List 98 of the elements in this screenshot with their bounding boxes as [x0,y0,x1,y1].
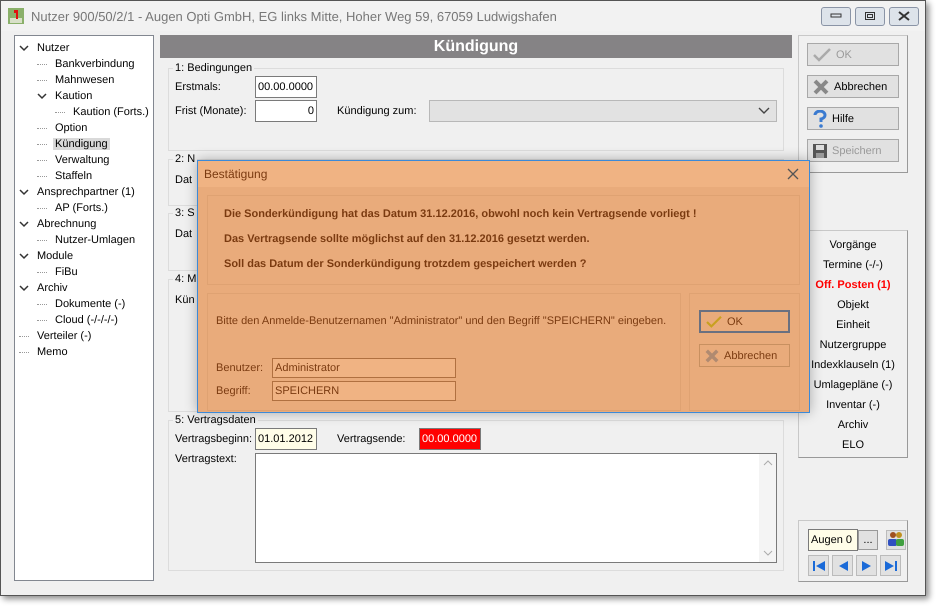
section-legend: 1: Bedingungen [173,62,254,75]
tree-item[interactable]: Kündigung [53,138,110,150]
action-button[interactable]: Abbrechen [807,75,899,98]
dialog-message: Soll das Datum der Sonderkündigung trotzdem gespeichert werden ? [224,258,588,271]
section-legend: 5: Vertragsdaten [173,414,258,427]
first-icon [812,560,826,572]
term-field[interactable]: SPEICHERN [272,381,456,401]
last-icon [884,560,898,572]
next-record-button[interactable] [856,555,877,576]
field-label: Vertragstext: [175,453,238,465]
tree-item[interactable]: Verwaltung [53,154,112,166]
tree-item[interactable]: Nutzer-Umlagen [53,234,138,246]
nav-link[interactable]: Indexklauseln (1) [811,355,895,375]
tree-item[interactable]: Bankverbindung [53,58,137,70]
field-label: Kündigung zum: [337,105,416,117]
dialog-message: Die Sonderkündigung hat das Datum 31.12.2016, obwohl noch kein Vertragsende vorliegt ! [224,208,698,221]
last-record-button[interactable] [880,555,901,576]
user-field[interactable]: Administrator [272,358,456,378]
date-field[interactable]: 00.00.0000 [255,76,317,98]
tree-item[interactable]: Archiv [35,282,70,294]
previous-record-button[interactable] [832,555,853,576]
dialog-button[interactable]: Abbrechen [699,344,790,367]
tree-item[interactable]: Dokumente (-) [53,298,128,310]
tree-item[interactable]: Module [35,250,76,262]
tree-item[interactable]: Verteiler (-) [35,330,94,342]
action-button[interactable]: Hilfe [807,107,899,130]
page-header: Kündigung [160,35,792,58]
browse-button[interactable]: ... [858,530,878,550]
cross-icon [704,348,720,362]
tree-item[interactable]: Mahnwesen [53,74,116,86]
tree-item[interactable]: Kaution (Forts.) [71,106,151,118]
left-arrow-icon [836,560,848,572]
field-label: Dat [175,174,192,186]
tree-item[interactable]: Ansprechpartner (1) [35,186,137,198]
tree-item[interactable]: Memo [35,346,70,358]
minimize-icon [830,13,842,19]
nav-link[interactable]: Einheit [836,315,870,335]
nav-link[interactable]: Umlagepläne (-) [814,375,892,395]
text-area[interactable] [255,453,777,563]
help-icon [812,110,828,128]
floppy-icon [812,142,828,158]
close-icon [897,11,911,21]
dialog-message: Das Vertragsende sollte möglichst auf den 31.12.2016 gesetzt werden. [224,233,591,246]
people-button[interactable] [886,530,906,550]
maximize-button[interactable] [855,6,885,26]
close-button[interactable] [889,6,919,26]
tree-item[interactable]: Option [53,122,90,134]
nav-link[interactable]: Termine (-/-) [823,255,883,275]
nav-link[interactable]: ELO [842,435,864,455]
chevron-icon[interactable] [19,252,29,260]
cross-icon [812,78,830,94]
tree-item[interactable]: FiBu [53,266,80,278]
window-title: Nutzer 900/50/2/1 - Augen Opti GmbH, EG links Mitte, Hoher Weg 59, 67059 Ludwigshafen [31,8,558,24]
chevron-icon[interactable] [19,284,29,292]
tree-item[interactable]: Kaution [53,90,94,102]
tree-item[interactable]: AP (Forts.) [53,202,110,214]
field-label: Kün [175,294,195,306]
months-field[interactable]: 0 [255,100,317,122]
nav-link[interactable]: Vorgänge [829,235,877,255]
app-icon [7,7,25,25]
chevron-icon[interactable] [19,188,29,196]
field-label: Vertragsende: [337,433,406,445]
nav-link[interactable]: Inventar (-) [826,395,880,415]
maximize-icon [864,11,876,21]
nav-link[interactable]: Nutzergruppe [820,335,886,355]
prompt-text: Bitte den Anmelde-Benutzernamen "Administrator" und den Begriff "SPEICHERN" eingeben. [216,314,668,328]
dialog-title: Bestätigung [204,167,268,181]
chevron-icon [758,107,770,115]
first-record-button[interactable] [808,555,829,576]
field-label: Begriff: [216,385,252,397]
section-legend: 4: M [173,273,198,286]
check-icon [812,46,832,62]
minimize-button[interactable] [821,6,851,26]
field-label: Erstmals: [175,81,222,93]
close-icon[interactable] [787,168,799,180]
tree-item[interactable]: Staffeln [53,170,94,182]
nav-link[interactable]: Archiv [838,415,868,435]
field-label: Dat [175,228,192,240]
field-label: Benutzer: [216,362,264,374]
chevron-icon[interactable] [19,44,29,52]
right-arrow-icon [860,560,872,572]
field-label: Frist (Monate): [175,105,248,117]
chevron-icon[interactable] [19,220,29,228]
section-legend: 2: N [173,153,198,166]
people-icon [887,531,905,547]
date-field[interactable]: 01.01.2012 [255,428,317,450]
tree-item[interactable]: Cloud (-/-/-/-) [53,314,120,326]
tree-item[interactable]: Abrechnung [35,218,98,230]
field-label: Vertragsbeginn: [175,433,254,445]
record-field[interactable]: Augen 0 [808,529,858,551]
chevron-icon[interactable] [37,92,47,100]
check-icon [705,314,723,328]
nav-link[interactable]: Off. Posten (1) [815,275,891,295]
tree-item[interactable]: Nutzer [35,42,72,54]
nav-link[interactable]: Objekt [837,295,869,315]
dialog-button[interactable]: OK [699,310,790,333]
section-legend: 3: S [173,207,197,220]
date-field[interactable]: 00.00.0000 [419,428,481,450]
